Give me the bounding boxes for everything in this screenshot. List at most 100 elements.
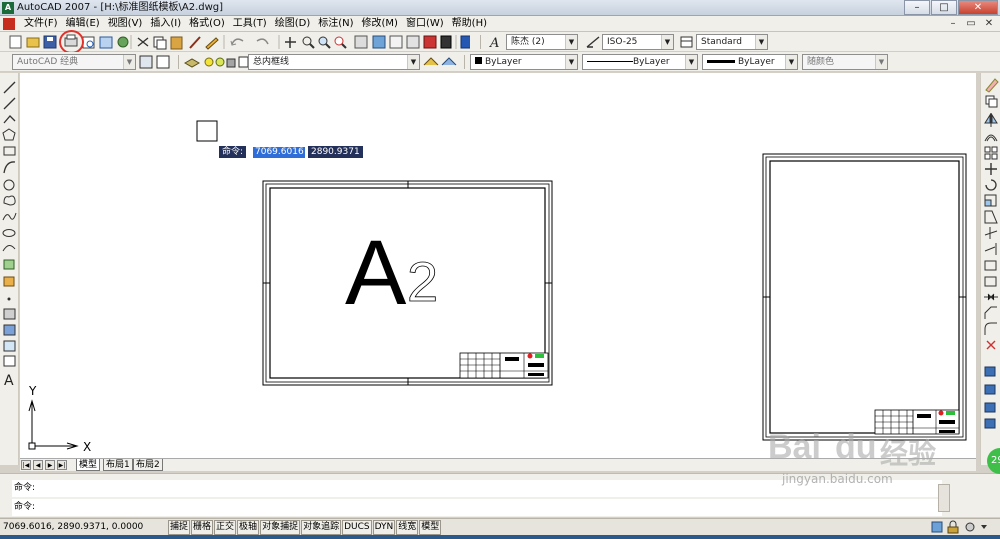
menu-item-10[interactable]: 帮助(H) [448, 17, 491, 31]
chevron-down-icon: ▼ [565, 55, 577, 69]
menu-item-9[interactable]: 窗口(W) [402, 17, 448, 31]
menu-item-8[interactable]: 修改(M) [358, 17, 402, 31]
doc-restore-button[interactable]: ▭ [964, 17, 978, 30]
status-tray-icons[interactable] [928, 519, 998, 535]
color-select[interactable]: ByLayer ▼ [470, 54, 578, 70]
tray-menu-icon [981, 525, 987, 529]
workspace-select[interactable]: AutoCAD 经典 ▼ [12, 54, 136, 70]
text-style-icon[interactable]: A [487, 32, 505, 52]
menu-item-2[interactable]: 视图(V) [104, 17, 147, 31]
region-icon [3, 340, 16, 352]
standard-toolbar: A 陈杰 (2) ▼ ISO-25 ▼ Standard ▼ [0, 32, 1000, 52]
status-toggle-9[interactable]: 模型 [419, 520, 442, 535]
text-style-select[interactable]: 陈杰 (2) ▼ [506, 34, 578, 50]
side-badge[interactable]: 29 [987, 448, 1000, 474]
dyn-y-value[interactable]: 2890.9371 [308, 146, 363, 158]
workspace-settings-icon [139, 55, 153, 69]
table-style-select[interactable]: Standard ▼ [696, 34, 768, 50]
status-toggle-1[interactable]: 栅格 [191, 520, 214, 535]
trim-icon [984, 227, 998, 239]
doc-close-button[interactable]: ✕ [982, 17, 996, 30]
modify-toolbar-icons[interactable] [981, 73, 1000, 433]
drawing-svg[interactable]: A 2 Y X [20, 73, 976, 458]
last-tab-icon[interactable]: ▶| [57, 460, 67, 470]
status-toggle-4[interactable]: 对象捕捉 [260, 520, 301, 535]
draworder-back-icon [984, 402, 996, 413]
tool-palettes-icon [389, 35, 403, 49]
status-toggle-7[interactable]: DYN [372, 520, 396, 535]
status-toggle-6[interactable]: DUCS [342, 520, 372, 535]
layer-previous-icon [441, 57, 457, 66]
workspace-save-icon [156, 55, 170, 69]
layer-icons[interactable] [183, 52, 258, 72]
first-tab-icon[interactable]: |◀ [21, 460, 31, 470]
table-style-icon[interactable] [678, 32, 696, 52]
help-icon [460, 35, 470, 49]
watermark-cn: 经验 [880, 437, 937, 470]
status-bar: 7069.6016, 2890.9371, 0.0000 捕捉 栅格 正交 极轴 对象捕… [0, 518, 1000, 535]
lineweight-select[interactable]: ByLayer ▼ [702, 54, 798, 70]
layer-lock-icon [226, 58, 236, 68]
maximize-button[interactable]: □ [931, 0, 957, 15]
chevron-down-icon: ▼ [685, 55, 697, 69]
status-toggle-0[interactable]: 捕捉 [168, 520, 191, 535]
join-icon [984, 293, 998, 301]
tab-model[interactable]: 模型 [76, 459, 101, 471]
menu-item-3[interactable]: 插入(I) [146, 17, 185, 31]
minimize-button[interactable]: – [904, 0, 930, 15]
layer-tool-icons[interactable] [422, 52, 462, 72]
layer-select[interactable]: 总内框线 ▼ [248, 54, 420, 70]
status-toggle-3[interactable]: 极轴 [237, 520, 260, 535]
gradient-icon [3, 324, 16, 336]
lineweight-value: ByLayer [738, 57, 775, 67]
tab-layout1[interactable]: 布局1 [103, 459, 133, 471]
menu-item-4[interactable]: 格式(O) [185, 17, 229, 31]
prev-tab-icon[interactable]: ◀ [33, 460, 43, 470]
chevron-down-icon: ▼ [565, 35, 577, 49]
paste-icon [170, 36, 183, 50]
doc-minimize-button[interactable]: – [946, 17, 960, 30]
rotate-icon [985, 179, 997, 191]
dim-style-select[interactable]: ISO-25 ▼ [602, 34, 674, 50]
cut-icon [137, 37, 149, 47]
draw-toolbar-icons[interactable]: A [0, 73, 19, 393]
polygon-icon [2, 128, 16, 141]
workspace-icons[interactable] [138, 52, 178, 72]
layer-color-icon [238, 56, 249, 68]
layer-manager-icon [183, 58, 201, 68]
menu-item-6[interactable]: 绘图(D) [271, 17, 315, 31]
chevron-down-icon: ▼ [755, 35, 767, 49]
lock-icon [949, 520, 957, 527]
status-toggle-8[interactable]: 线宽 [396, 520, 419, 535]
coordinate-readout: 7069.6016, 2890.9371, 0.0000 [3, 522, 144, 532]
menu-item-5[interactable]: 工具(T) [229, 17, 271, 31]
drawing-canvas[interactable]: A 2 Y X 命令: 7069.6016 2890.9371 [20, 73, 976, 458]
text-front-icon [984, 418, 996, 429]
status-toggle-5[interactable]: 对象追踪 [301, 520, 342, 535]
status-toggle-2[interactable]: 正交 [214, 520, 237, 535]
plotstyle-select[interactable]: 随颜色 ▼ [802, 54, 888, 70]
next-tab-icon[interactable]: ▶ [45, 460, 55, 470]
menu-item-0[interactable]: 文件(F) [20, 17, 62, 31]
dim-style-icon[interactable] [584, 32, 602, 52]
chevron-down-icon: ▼ [661, 35, 673, 49]
dyn-x-input[interactable]: 7069.6016 [252, 146, 306, 159]
chamfer-icon [984, 306, 997, 319]
pan-icon [285, 37, 296, 48]
sheet-label-big: A [345, 222, 407, 324]
table-style-value: Standard [701, 37, 742, 47]
watermark-brand2: du [835, 428, 877, 466]
tab-layout2[interactable]: 布局2 [133, 459, 163, 471]
fillet-icon [984, 322, 997, 335]
baidu-watermark: Bai du 经验 jingyan.baidu.com [768, 428, 978, 518]
modify-toolbar [980, 73, 1000, 465]
workspace-value: AutoCAD 经典 [17, 57, 79, 67]
document-icon[interactable] [3, 18, 15, 30]
menu-item-1[interactable]: 编辑(E) [62, 17, 104, 31]
line-icon [3, 81, 16, 94]
linetype-select[interactable]: ByLayer ▼ [582, 54, 698, 70]
close-button[interactable]: ✕ [958, 0, 998, 15]
menu-item-7[interactable]: 标注(N) [314, 17, 357, 31]
ucs-icon [28, 399, 79, 450]
color-swatch [475, 57, 482, 64]
